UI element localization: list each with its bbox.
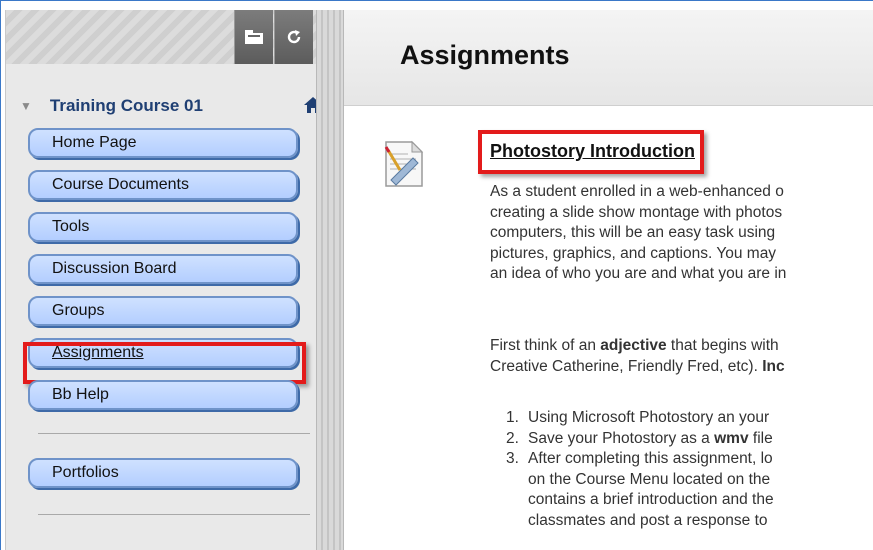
refresh-icon	[287, 30, 301, 44]
list-item: classmates and post a response to	[528, 511, 768, 529]
instructions-paragraph: First think of an adjective that begins …	[490, 337, 785, 375]
steps-list: 1. Using Microsoft Photostory an your 2. S…	[490, 408, 774, 531]
menu-item-discussion-board[interactable]: Discussion Board	[28, 254, 298, 284]
folder-icon	[245, 30, 263, 44]
course-header[interactable]: ▼ Training Course 01	[20, 92, 322, 120]
menu-item-portfolios[interactable]: Portfolios	[28, 458, 298, 488]
menu-item-course-documents[interactable]: Course Documents	[28, 170, 298, 200]
assignment-title-link[interactable]: Photostory Introduction	[490, 141, 695, 162]
refresh-button[interactable]	[274, 10, 313, 64]
folder-view-button[interactable]	[234, 10, 273, 64]
assignment-icon	[384, 140, 424, 187]
list-item: 1. Using Microsoft Photostory an your	[506, 409, 770, 426]
collapse-triangle-icon[interactable]: ▼	[20, 99, 32, 113]
list-item: contains a brief introduction and the	[528, 491, 774, 508]
panel-splitter[interactable]	[316, 10, 344, 550]
menu-item-groups[interactable]: Groups	[28, 296, 298, 326]
course-title[interactable]: Training Course 01	[50, 96, 203, 116]
intro-paragraph: As a student enrolled in a web-enhanced …	[490, 183, 787, 282]
page-header: Assignments	[344, 10, 873, 106]
menu-item-bb-help[interactable]: Bb Help	[28, 380, 298, 410]
page-title: Assignments	[400, 40, 570, 70]
assignments-highlight-box	[23, 342, 306, 384]
menu-divider	[38, 433, 310, 434]
menu-divider	[38, 514, 310, 515]
menu-item-home-page[interactable]: Home Page	[28, 128, 298, 158]
content-area: Assignments Photostory Introduction As a…	[344, 10, 873, 550]
list-item: on the Course Menu located on the	[528, 470, 771, 488]
course-menu-sidebar: ▼ Training Course 01 Home Page Course Do…	[5, 10, 322, 550]
list-item: 2. Save your Photostory as a wmv file	[506, 429, 773, 447]
menu-item-tools[interactable]: Tools	[28, 212, 298, 242]
list-item: 3. After completing this assignment, lo	[506, 450, 773, 467]
